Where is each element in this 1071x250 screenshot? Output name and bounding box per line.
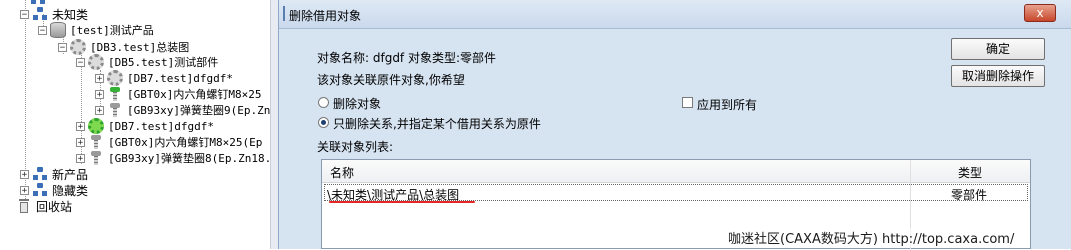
part-gear-icon — [88, 54, 104, 70]
expand-toggle-icon[interactable]: + — [95, 89, 104, 99]
table-row[interactable]: \未知类\测试产品\总装图 零部件 — [324, 184, 1028, 203]
prompt-text: 该对象关联原件对象,你希望 — [317, 73, 465, 87]
highlight-underline — [329, 201, 475, 203]
cancel-delete-button[interactable]: 取消删除操作 — [951, 65, 1045, 87]
tree-node-label: 未知类 — [52, 7, 89, 22]
tree-node-label: [DB7.test]dfgdf* — [127, 71, 233, 85]
dialog-icon — [283, 6, 285, 21]
apply-to-all-label[interactable]: 应用到所有 — [697, 96, 757, 113]
tree-node-label: [GBT0x]内六角螺钉M8×25(Ep — [108, 136, 263, 149]
expand-toggle-icon[interactable]: + — [20, 169, 29, 179]
object-info-text: 对象名称: dfgdf 对象类型:零部件 — [317, 51, 497, 65]
expand-toggle-icon[interactable]: + — [76, 137, 85, 147]
part-gear-icon — [107, 70, 123, 86]
delete-relation-only-radio[interactable] — [318, 117, 329, 128]
related-objects-label: 关联对象列表: — [317, 140, 394, 154]
column-header-type[interactable]: 类型 — [958, 164, 982, 181]
tree-node-recycle-bin[interactable]: 回收站 — [16, 197, 72, 215]
delete-borrowed-object-dialog: 删除借用对象 x 对象名称: dfgdf 对象类型:零部件 该对象关联原件对象,… — [278, 0, 1071, 250]
tree-node-label: [GBT0x]内六角螺钉M8×25 — [127, 88, 262, 101]
dialog-titlebar[interactable]: 删除借用对象 x — [279, 0, 1071, 29]
tree-node-label: [GB93xy]弹簧垫圈9(Ep.Zn — [127, 104, 270, 117]
close-button[interactable]: x — [1024, 4, 1056, 22]
column-header-name[interactable]: 名称 — [330, 164, 354, 181]
washer-icon — [88, 150, 104, 166]
collapse-toggle-icon[interactable]: − — [20, 9, 29, 19]
delete-relation-only-label[interactable]: 只删除关系,并指定某个借用关系为原件 — [333, 115, 541, 132]
tree-node-label: [DB5.test]测试部件 — [108, 56, 219, 69]
collapse-toggle-icon[interactable]: − — [38, 25, 47, 35]
expand-toggle-icon[interactable]: + — [95, 73, 104, 83]
recycle-bin-icon — [16, 198, 32, 214]
expand-toggle-icon[interactable]: + — [76, 121, 85, 131]
tree-node-label: 回收站 — [36, 199, 73, 214]
bolt-icon — [107, 86, 123, 102]
apply-to-all-checkbox[interactable] — [682, 97, 693, 108]
tree-node-product[interactable]: − [test]测试产品 — [38, 21, 154, 39]
expand-toggle-icon[interactable]: + — [20, 185, 29, 195]
delete-object-radio[interactable] — [318, 97, 329, 108]
expand-toggle-icon[interactable]: + — [95, 105, 104, 115]
delete-object-label[interactable]: 删除对象 — [333, 95, 381, 112]
collapse-toggle-icon[interactable]: − — [58, 42, 67, 52]
category-icon — [32, 6, 48, 22]
expand-toggle-icon[interactable]: + — [76, 153, 85, 163]
tree-node-label: [test]测试产品 — [70, 24, 154, 37]
list-header: 名称 类型 — [322, 160, 1030, 183]
collapse-toggle-icon[interactable]: − — [76, 57, 85, 67]
tree-node-label: [DB7.test]dfgdf* — [108, 119, 214, 133]
tree-node-washer[interactable]: + [GB93xy]弹簧垫圈8(Ep.Zn18. — [76, 149, 270, 167]
ok-button[interactable]: 确定 — [951, 38, 1045, 60]
tree-node-label: 隐藏类 — [52, 183, 89, 198]
washer-icon — [107, 102, 123, 118]
category-icon — [32, 166, 48, 182]
watermark-text: 咖迷社区(CAXA数码大方) http://top.caxa.com/ — [728, 228, 1015, 247]
product-tree-panel: − 未知类 − [test]测试产品 − [DB3.test]总装图 − [DB… — [0, 0, 270, 249]
tree-node-label: [GB93xy]弹簧垫圈8(Ep.Zn18. — [108, 152, 270, 165]
tree-node-label: 新产品 — [52, 167, 89, 182]
bolt-icon — [88, 134, 104, 150]
product-icon — [50, 22, 66, 38]
dialog-title: 删除借用对象 — [289, 9, 362, 23]
row-type-cell: 零部件 — [951, 188, 988, 202]
part-gear-green-icon — [88, 118, 104, 134]
category-icon — [32, 182, 48, 198]
